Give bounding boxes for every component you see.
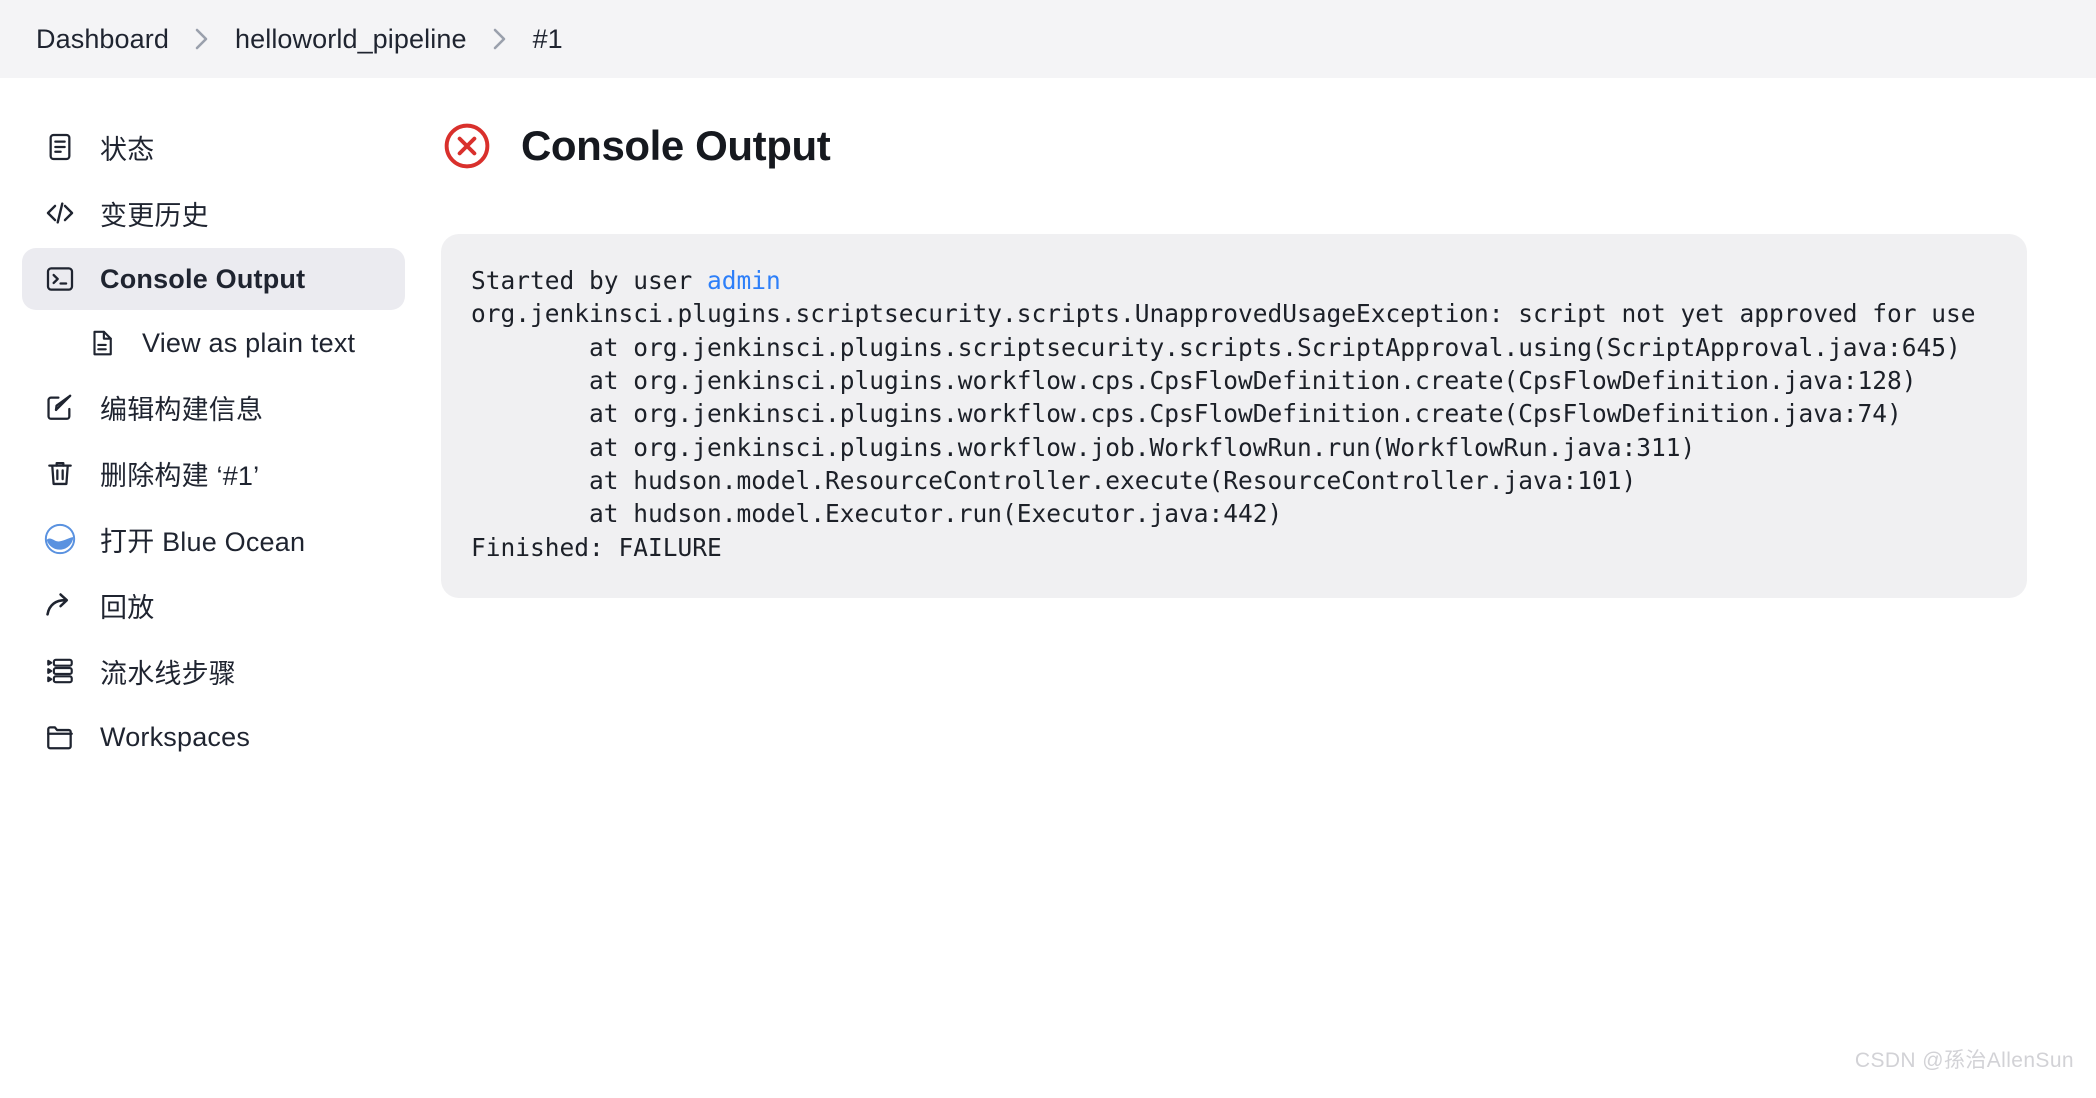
breadcrumb-dashboard[interactable]: Dashboard [22, 24, 183, 55]
edit-square-icon [42, 389, 78, 425]
terminal-icon [42, 261, 78, 297]
sidebar-item-edit-build-information[interactable]: 编辑构建信息 [22, 376, 405, 438]
replay-arrow-icon [42, 587, 78, 623]
console-user-link[interactable]: admin [707, 266, 781, 295]
chevron-right-icon [183, 24, 221, 54]
console-stack-trace: org.jenkinsci.plugins.scriptsecurity.scr… [471, 299, 1976, 562]
sidebar-item-label: 编辑构建信息 [100, 394, 264, 425]
sidebar-item-workspaces[interactable]: Workspaces [22, 706, 405, 768]
sidebar-item-label: View as plain text [142, 327, 356, 358]
breadcrumb-pipeline[interactable]: helloworld_pipeline [221, 24, 481, 55]
sidebar-item-replay[interactable]: 回放 [22, 574, 405, 636]
console-output-panel: Started by user admin org.jenkinsci.plug… [441, 234, 2027, 598]
breadcrumb: Dashboard helloworld_pipeline #1 [0, 0, 2096, 78]
sidebar-item-delete-build[interactable]: 删除构建 ‘#1’ [22, 442, 405, 504]
sidebar-item-open-blue-ocean[interactable]: 打开 Blue Ocean [22, 508, 405, 570]
sidebar-item-label: 回放 [100, 592, 155, 623]
sidebar-item-pipeline-steps[interactable]: 流水线步骤 [22, 640, 405, 702]
sidebar-item-label: Console Output [100, 263, 306, 294]
sidebar-item-label: 变更历史 [100, 200, 209, 231]
sidebar-item-label: 状态 [100, 134, 155, 165]
blue-ocean-icon [42, 521, 78, 557]
sidebar-item-label: 删除构建 ‘#1’ [100, 460, 260, 491]
folder-icon [42, 719, 78, 755]
error-circle-x-icon [441, 120, 493, 172]
pipeline-steps-icon [42, 653, 78, 689]
watermark: CSDN @孫治AllenSun [1854, 1049, 2074, 1072]
status-document-icon [42, 129, 78, 165]
sidebar-item-label: 打开 Blue Ocean [100, 526, 306, 557]
code-brackets-icon [42, 195, 78, 231]
page-header: Console Output [441, 108, 2050, 172]
sidebar-item-label: 流水线步骤 [100, 658, 236, 689]
sidebar: 状态 变更历史 Console Output View as plain tex… [0, 108, 405, 1098]
breadcrumb-build[interactable]: #1 [519, 24, 577, 55]
sidebar-item-status[interactable]: 状态 [22, 116, 405, 178]
trash-icon [42, 455, 78, 491]
chevron-right-icon [481, 24, 519, 54]
sidebar-item-console-output[interactable]: Console Output [22, 248, 405, 310]
sidebar-item-view-as-plain-text[interactable]: View as plain text [64, 314, 405, 372]
console-log-text: Started by user admin org.jenkinsci.plug… [471, 264, 1997, 564]
started-by-prefix: Started by user [471, 266, 708, 295]
plain-text-file-icon [84, 325, 120, 361]
main-content: Console Output Started by user admin org… [405, 108, 2096, 1098]
sidebar-item-label: Workspaces [100, 721, 251, 752]
page-title: Console Output [521, 122, 831, 169]
sidebar-item-changes[interactable]: 变更历史 [22, 182, 405, 244]
